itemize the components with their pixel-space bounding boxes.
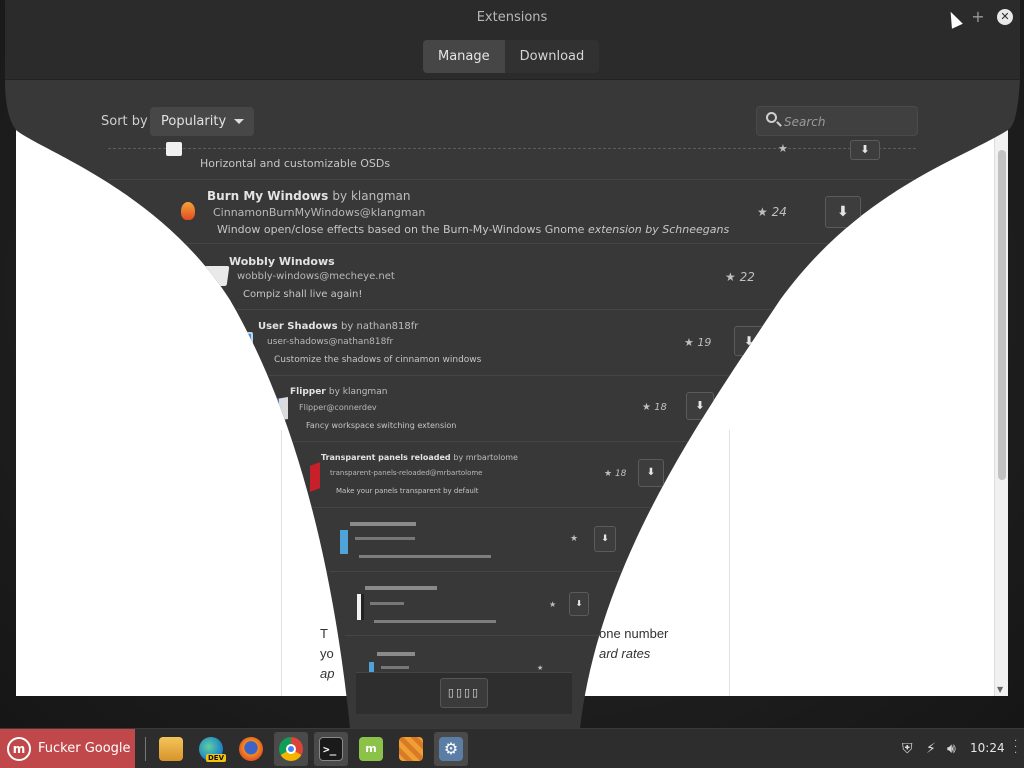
- extension-icon: [340, 530, 348, 554]
- extension-icon: [357, 594, 364, 620]
- mint-logo-icon: m: [7, 737, 31, 761]
- install-actions-button[interactable]: ▯▯▯▯: [440, 678, 488, 708]
- firefox-icon: [239, 737, 263, 761]
- extension-uuid: CinnamonBurnMyWindows@klangman: [213, 206, 426, 219]
- show-desktop-handle[interactable]: · · ·: [1014, 737, 1017, 759]
- tab-manage[interactable]: Manage: [423, 40, 505, 73]
- background-article-text-left: T yo ap: [320, 626, 335, 681]
- clock[interactable]: 10:24: [970, 741, 1005, 755]
- search-box[interactable]: [756, 106, 918, 136]
- extension-name: Wobbly Windows: [229, 255, 335, 268]
- download-button[interactable]: ⬇: [569, 592, 589, 616]
- list-item[interactable]: ★ ⬇: [330, 510, 630, 572]
- osd-icon: [166, 142, 182, 156]
- taskbar-app-mint-update[interactable]: m: [354, 732, 388, 766]
- extension-uuid: wobbly-windows@mecheye.net: [237, 271, 395, 282]
- star-rating: ★ 19: [684, 336, 712, 349]
- dev-badge: DEV: [206, 754, 227, 762]
- taskbar: m Fucker Google DEV >_ m ⚙ ⛨ ⚡ 🔊︎ 10:24 …: [0, 728, 1024, 768]
- star-rating: ★ 18: [642, 402, 667, 413]
- terminal-icon: >_: [319, 737, 343, 761]
- list-item[interactable]: Horizontal and customizable OSDs ★ ⬇: [108, 140, 916, 180]
- taskbar-app-chrome[interactable]: [274, 732, 308, 766]
- taskbar-app-edge-dev[interactable]: DEV: [194, 732, 228, 766]
- extension-uuid: user-shadows@nathan818fr: [267, 337, 394, 347]
- shield-icon[interactable]: ⛨: [902, 741, 913, 757]
- download-button[interactable]: ⬇: [594, 526, 616, 552]
- star-icon: ★: [778, 142, 788, 155]
- extension-author: by klangman: [332, 189, 411, 203]
- extension-icon: [369, 662, 374, 672]
- download-button[interactable]: ⬇: [850, 140, 880, 160]
- extension-name: User Shadows: [258, 321, 338, 332]
- extension-description: Fancy workspace switching extension: [306, 421, 457, 430]
- taskbar-app-orange[interactable]: [394, 732, 428, 766]
- extension-description: Customize the shadows of cinnamon window…: [274, 355, 482, 365]
- sort-label: Sort by: [101, 114, 148, 129]
- tab-download[interactable]: Download: [505, 40, 600, 73]
- background-article-text-right: one number ard rates: [599, 626, 669, 661]
- list-item[interactable]: User Shadows by nathan818fr user-shadows…: [223, 312, 779, 376]
- extension-uuid: transparent-panels-reloaded@mrbartolome: [330, 469, 483, 477]
- taskbar-app-files[interactable]: [154, 732, 188, 766]
- extension-name: Transparent panels reloaded: [321, 453, 451, 462]
- volume-icon[interactable]: 🔊︎: [947, 741, 956, 757]
- chrome-icon: [279, 737, 303, 761]
- star-rating: ★ 18: [604, 469, 627, 479]
- flame-icon: [181, 202, 195, 220]
- start-menu-label: Fucker Google: [38, 741, 131, 756]
- scrollbar-thumb[interactable]: [998, 150, 1006, 480]
- extension-description: Compiz shall live again!: [243, 289, 363, 300]
- taskbar-app-firefox[interactable]: [234, 732, 268, 766]
- network-icon[interactable]: ⚡: [926, 741, 936, 757]
- download-button[interactable]: ⬇: [638, 459, 664, 487]
- extension-description: Window open/close effects based on the B…: [217, 223, 730, 236]
- maximize-button[interactable]: +: [970, 9, 986, 25]
- extension-author: by mrbartolome: [453, 453, 518, 462]
- mint-update-icon: m: [359, 737, 383, 761]
- list-item[interactable]: ✓ Wobbly Windows wobbly-windows@mecheye.…: [160, 244, 800, 310]
- list-item[interactable]: Flipper by klangman Flipper@connerdev Fa…: [262, 378, 742, 442]
- star-rating: ★ 22: [725, 270, 755, 284]
- search-icon: [766, 112, 777, 123]
- transparent-panel-icon: [310, 462, 320, 492]
- files-icon: [159, 737, 183, 761]
- taskbar-app-terminal[interactable]: >_: [314, 732, 348, 766]
- extension-uuid: Flipper@connerdev: [299, 403, 377, 412]
- orange-app-icon: [399, 737, 423, 761]
- view-switcher: Manage Download: [423, 40, 599, 73]
- list-item[interactable]: Transparent panels reloaded by mrbartolo…: [296, 444, 704, 508]
- extension-author: by nathan818fr: [341, 321, 419, 332]
- star-icon: ★: [549, 600, 557, 609]
- list-item[interactable]: ★: [355, 638, 580, 672]
- star-icon: ★: [570, 534, 579, 544]
- sort-dropdown-value: Popularity: [161, 114, 227, 129]
- start-menu-button[interactable]: m Fucker Google: [0, 729, 135, 768]
- star-rating: ★ 24: [757, 205, 787, 219]
- chevron-down-icon: [234, 119, 244, 124]
- browser-scrollbar[interactable]: ▼: [994, 130, 1008, 696]
- settings-icon: ⚙: [439, 737, 463, 761]
- taskbar-separator: [145, 737, 146, 761]
- sort-dropdown[interactable]: Popularity: [150, 107, 254, 136]
- scroll-down-arrow-icon[interactable]: ▼: [997, 685, 1003, 694]
- star-icon: ★: [537, 664, 544, 672]
- search-input[interactable]: [784, 112, 909, 131]
- extension-name: Flipper: [290, 387, 326, 397]
- extension-description: Make your panels transparent by default: [336, 487, 479, 495]
- extension-author: by klangman: [328, 387, 388, 397]
- window-title: Extensions: [476, 10, 548, 25]
- list-item[interactable]: ★ ⬇: [345, 574, 600, 636]
- extension-name: Burn My Windows: [207, 189, 329, 203]
- list-item[interactable]: Burn My Windows by klangman CinnamonBurn…: [108, 180, 916, 244]
- taskbar-app-settings[interactable]: ⚙: [434, 732, 468, 766]
- close-button[interactable]: ✕: [997, 9, 1013, 25]
